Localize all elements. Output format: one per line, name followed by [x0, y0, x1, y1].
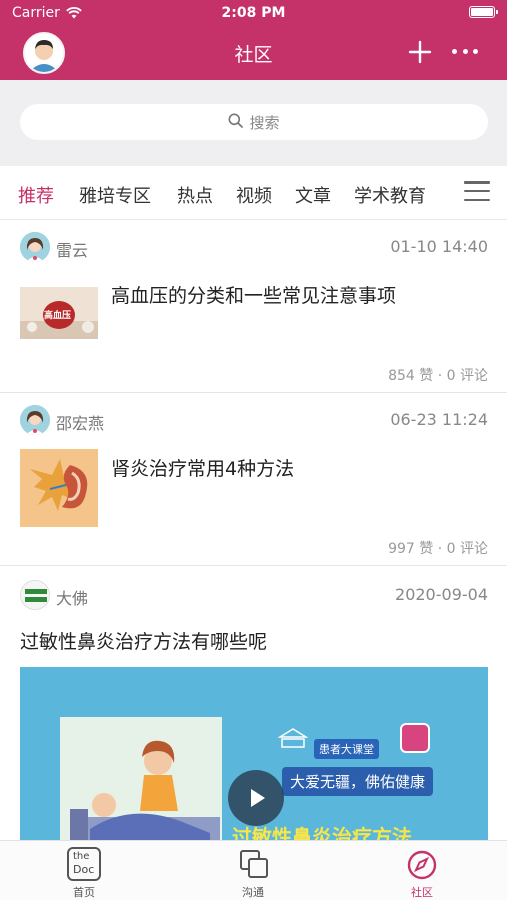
- thumbnail-text: 高血压: [44, 311, 72, 321]
- play-icon: [251, 789, 265, 807]
- author-name: 雷云: [56, 241, 89, 260]
- author-name: 大佛: [56, 589, 89, 608]
- home-icon: the Doc: [67, 847, 101, 881]
- tabbar-chat-label: 沟通: [242, 886, 264, 899]
- more-icon[interactable]: [452, 46, 478, 56]
- video-badge: 患者大课堂: [314, 739, 379, 759]
- tabbar-community-label: 社区: [411, 886, 433, 899]
- bottom-tab-bar: the Doc 首页 沟通 社区: [0, 840, 507, 900]
- tab-hot[interactable]: 热点: [177, 182, 213, 208]
- play-button[interactable]: [228, 770, 284, 826]
- tab-article[interactable]: 文章: [295, 182, 331, 208]
- post-date: 01-10 14:40: [390, 237, 488, 256]
- compass-icon: [406, 849, 438, 885]
- post-card[interactable]: 雷云 01-10 14:40 高血压 高血压的分类和一些常见注意事项 854 赞…: [0, 221, 507, 393]
- status-time: 2:08 PM: [221, 5, 286, 21]
- search-area: 搜索: [0, 80, 507, 166]
- status-bar: Carrier 2:08 PM: [0, 0, 507, 26]
- post-card[interactable]: 邵宏燕 06-23 11:24 肾炎治疗常用4种方法 997 赞 · 0 评论: [0, 394, 507, 566]
- add-post-icon[interactable]: [408, 40, 432, 64]
- tab-abbott-zone[interactable]: 雅培专区: [79, 182, 151, 208]
- category-tabs: 推荐 雅培专区 热点 视频 文章 学术教育: [0, 166, 507, 220]
- search-input[interactable]: 搜索: [20, 104, 488, 140]
- video-brand-logo: [277, 727, 309, 751]
- tabbar-home-label: 首页: [73, 886, 95, 899]
- post-date: 06-23 11:24: [390, 410, 488, 429]
- video-illustration: [60, 717, 222, 840]
- author-avatar[interactable]: [20, 405, 50, 435]
- post-stats: 997 赞 · 0 评论: [388, 541, 488, 557]
- post-title[interactable]: 肾炎治疗常用4种方法: [111, 454, 294, 481]
- author-name: 邵宏燕: [56, 414, 105, 433]
- tab-recommend[interactable]: 推荐: [18, 182, 54, 208]
- tabbar-community[interactable]: 社区: [362, 841, 482, 900]
- author-avatar[interactable]: [20, 232, 50, 262]
- tabbar-chat[interactable]: 沟通: [193, 841, 313, 900]
- post-date: 2020-09-04: [395, 585, 488, 604]
- tab-academic[interactable]: 学术教育: [354, 182, 426, 208]
- post-thumbnail: [20, 449, 98, 527]
- post-thumbnail: 高血压: [20, 287, 98, 339]
- post-title[interactable]: 过敏性鼻炎治疗方法有哪些呢: [20, 627, 267, 654]
- search-placeholder: 搜索: [249, 113, 280, 132]
- video-app-icon: [400, 723, 430, 753]
- top-bar: Carrier 2:08 PM 社区: [0, 0, 507, 80]
- tabbar-home[interactable]: the Doc 首页: [24, 841, 144, 900]
- chat-icon: [239, 849, 269, 883]
- menu-icon[interactable]: [464, 181, 490, 201]
- post-stats: 854 赞 · 0 评论: [388, 368, 488, 384]
- tab-video[interactable]: 视频: [236, 182, 272, 208]
- author-avatar[interactable]: [20, 580, 50, 610]
- post-title[interactable]: 高血压的分类和一些常见注意事项: [111, 281, 396, 308]
- search-icon: [228, 113, 244, 132]
- battery-icon: [469, 6, 498, 18]
- video-slogan: 大爱无疆，佛佑健康: [282, 767, 434, 796]
